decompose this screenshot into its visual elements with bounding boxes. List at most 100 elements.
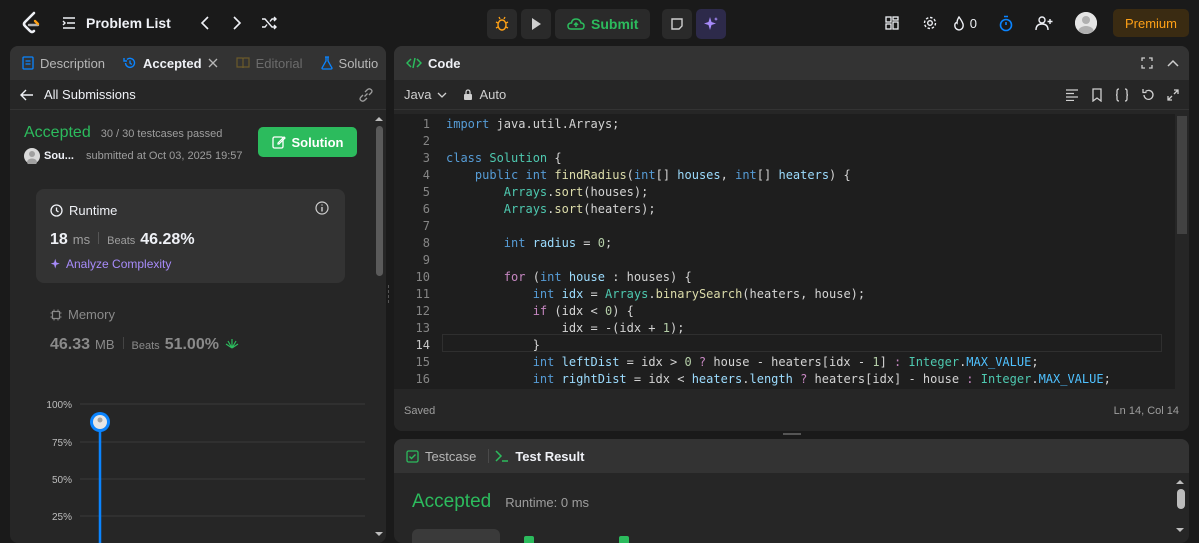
runtime-beats: 46.28% [140, 231, 195, 248]
editor-status-bar: Saved Ln 14, Col 14 [394, 391, 1189, 431]
edit-icon [271, 136, 286, 149]
format-icon[interactable] [1065, 88, 1079, 101]
tab-editorial-label: Editorial [255, 55, 303, 71]
link-icon[interactable] [358, 87, 374, 102]
tab-accepted[interactable]: Accepted [123, 56, 218, 71]
next-problem-button[interactable] [225, 11, 249, 35]
code-line: class Solution { [446, 151, 562, 165]
play-icon [532, 18, 541, 30]
autocomplete-mode[interactable]: Auto [479, 87, 506, 102]
ai-assistant-button[interactable] [696, 9, 727, 39]
reset-icon[interactable] [1141, 88, 1155, 102]
runtime-distribution-chart: 100% 75% 50% 25% [46, 400, 365, 543]
test-result-summary: Accepted Runtime: 0 ms [412, 491, 589, 513]
debug-button[interactable] [487, 9, 517, 39]
scroll-up-icon[interactable] [1175, 477, 1185, 487]
save-status: Saved [404, 405, 436, 417]
maximize-icon[interactable] [1141, 57, 1153, 69]
tab-description[interactable]: Description [22, 56, 105, 71]
terminal-icon [495, 450, 509, 462]
line-number: 7 [422, 219, 430, 233]
info-icon[interactable] [315, 201, 329, 215]
submit-button[interactable]: Submit [555, 9, 651, 39]
collapse-icon[interactable] [1167, 59, 1179, 67]
braces-icon[interactable] [1115, 87, 1129, 102]
prev-problem-button[interactable] [193, 11, 217, 35]
vertical-splitter[interactable] [388, 285, 391, 303]
code-line: int idx = Arrays.binarySearch(heaters, h… [532, 287, 866, 301]
case-tab-1[interactable] [412, 529, 500, 543]
chevron-left-icon [200, 16, 209, 30]
line-number: 10 [415, 270, 430, 284]
layout-button[interactable] [877, 8, 907, 38]
tab-solutions[interactable]: Solutio [320, 56, 378, 71]
scrollbar-thumb[interactable] [376, 126, 383, 276]
tab-testcase-label: Testcase [425, 448, 477, 464]
left-tab-bar: Description Accepted Editorial Solutio [10, 46, 386, 80]
gear-icon [923, 16, 936, 30]
test-runtime: Runtime: 0 ms [505, 495, 590, 510]
run-button[interactable] [521, 9, 551, 39]
close-icon[interactable] [208, 58, 218, 68]
expand-icon[interactable] [1167, 88, 1179, 101]
grid-layout-icon [885, 16, 899, 30]
code-toolbar: Java Auto [394, 80, 1189, 110]
bug-icon [495, 16, 509, 31]
test-scrollbar-thumb[interactable] [1177, 489, 1185, 509]
solution-button[interactable]: Solution [258, 127, 357, 157]
all-submissions-link[interactable]: All Submissions [44, 87, 136, 102]
arrow-left-icon[interactable] [20, 89, 34, 101]
tab-divider [488, 449, 490, 463]
streak-counter[interactable]: 0 [953, 8, 977, 38]
submitter-name[interactable]: Sou... [44, 150, 74, 162]
code-editor[interactable]: 1 2 3 4 5 6 7 8 9 10 11 12 13 14 15 16 i… [394, 114, 1189, 389]
note-icon [671, 18, 684, 30]
editor-scrollbar-thumb[interactable] [1177, 116, 1187, 234]
tab-testcase[interactable]: Testcase [406, 449, 476, 464]
chevron-down-icon[interactable] [437, 92, 447, 98]
language-select[interactable]: Java [404, 87, 431, 102]
scroll-down-icon[interactable] [374, 529, 384, 539]
problem-list-link[interactable]: Problem List [86, 15, 171, 31]
code-line: public int findRadius(int[] houses, int[… [474, 168, 851, 182]
tab-test-result-label: Test Result [515, 448, 585, 464]
memory-section[interactable]: Memory [50, 307, 115, 322]
line-number: 3 [422, 151, 430, 165]
analyze-complexity-link[interactable]: Analyze Complexity [50, 257, 171, 271]
tab-test-result[interactable]: Test Result [495, 449, 584, 464]
random-problem-button[interactable] [257, 11, 281, 35]
code-header: Code [394, 46, 1189, 80]
clock-icon [50, 204, 63, 217]
current-line-highlight [442, 334, 1162, 352]
runtime-card: Runtime 18 ms Beats 46.28% Analyze Compl… [36, 189, 345, 283]
case-tab-3-check-icon[interactable] [619, 536, 629, 543]
invite-button[interactable] [1029, 8, 1059, 38]
streak-count: 0 [969, 15, 977, 31]
user-avatar-icon [1074, 12, 1097, 34]
code-line: for (int house : houses) { [503, 270, 692, 284]
tab-editorial[interactable]: Editorial [235, 55, 303, 71]
editor-scrollbar[interactable] [1175, 114, 1189, 389]
divider [122, 337, 124, 349]
top-bar: Problem List Submit 0 Premium [0, 0, 1199, 46]
list-icon[interactable] [62, 16, 76, 30]
runtime-label: Runtime [69, 203, 118, 218]
bookmark-icon[interactable] [1091, 87, 1103, 102]
scroll-up-icon[interactable] [374, 114, 384, 124]
fire-icon [953, 15, 964, 31]
avatar[interactable] [1074, 12, 1097, 34]
case-tab-2-check-icon[interactable] [524, 536, 534, 543]
line-number: 16 [415, 372, 430, 386]
horizontal-splitter[interactable] [783, 433, 801, 436]
premium-button[interactable]: Premium [1112, 9, 1189, 37]
leetcode-logo-icon[interactable] [20, 10, 42, 36]
code-panel: Code Java Auto 1 2 3 4 5 6 7 8 9 10 11 1… [394, 46, 1189, 431]
cursor-position: Ln 14, Col 14 [1113, 405, 1179, 417]
notes-button[interactable] [662, 9, 693, 39]
timer-button[interactable] [991, 8, 1021, 38]
memory-unit: MB [95, 337, 115, 352]
scroll-down-icon[interactable] [1175, 525, 1185, 535]
status-accepted: Accepted [24, 124, 91, 141]
settings-button[interactable] [915, 8, 945, 38]
line-number: 1 [422, 117, 430, 131]
